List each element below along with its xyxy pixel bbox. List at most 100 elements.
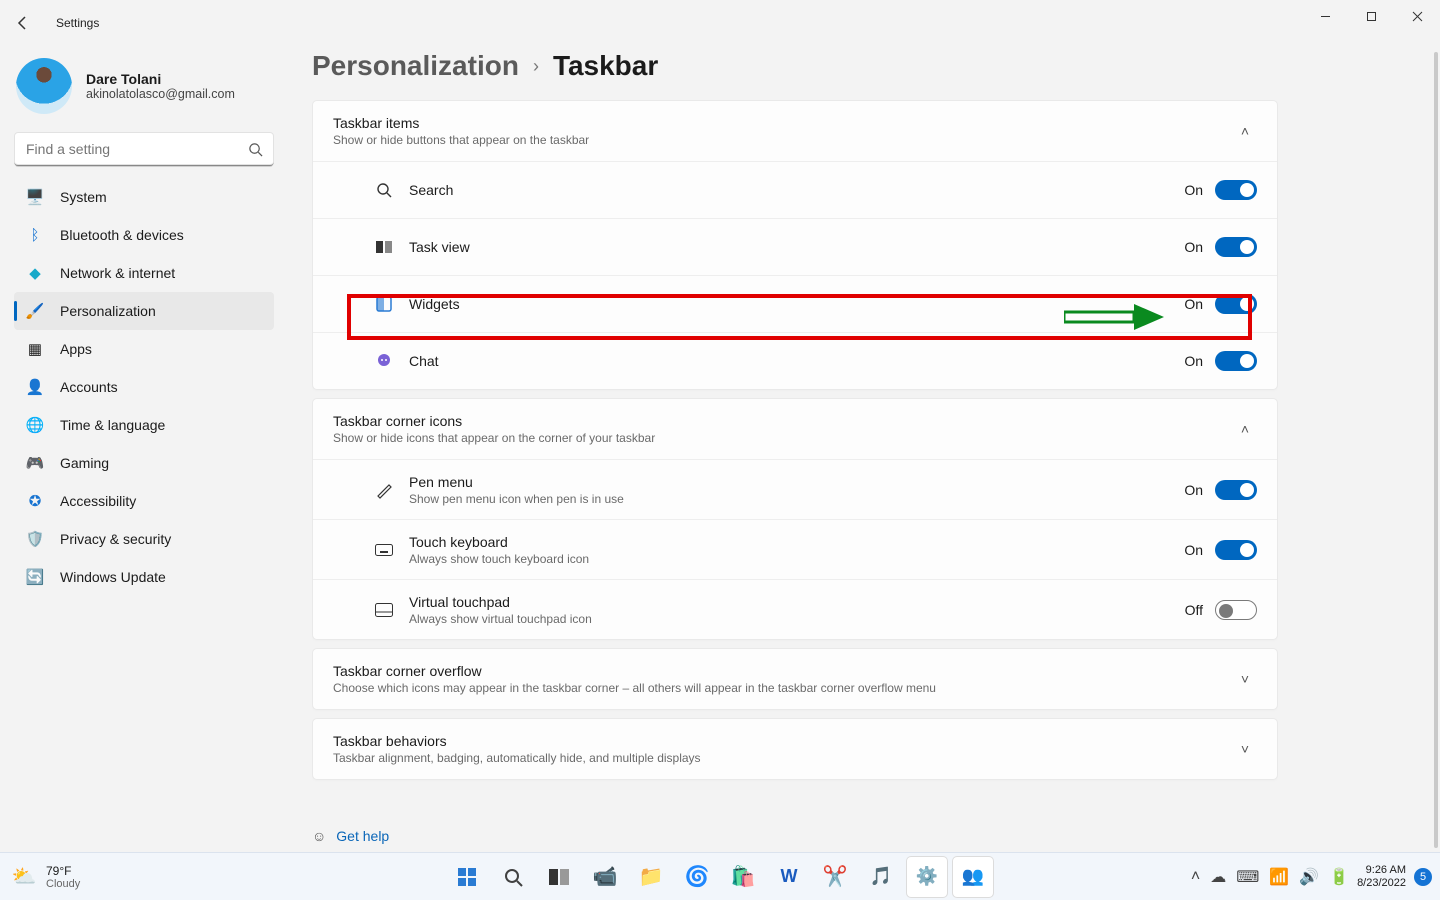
chevron-up-icon[interactable]: ˄ bbox=[1191, 868, 1200, 886]
sidebar-item-windows-update[interactable]: 🔄Windows Update bbox=[14, 558, 274, 596]
sidebar-item-apps[interactable]: ▦Apps bbox=[14, 330, 274, 368]
group-header-taskbar-items[interactable]: Taskbar items Show or hide buttons that … bbox=[313, 101, 1277, 161]
sidebar-item-label: Network & internet bbox=[60, 265, 175, 281]
sidebar-item-bluetooth[interactable]: ᛒBluetooth & devices bbox=[14, 216, 274, 254]
sync-icon: 🔄 bbox=[26, 568, 44, 586]
toggle-touch-keyboard[interactable] bbox=[1215, 540, 1257, 560]
chat-icon bbox=[373, 353, 395, 369]
pen-icon bbox=[373, 481, 395, 499]
taskbar-app-word[interactable]: W bbox=[769, 857, 809, 897]
monitor-icon: 🖥️ bbox=[26, 188, 44, 206]
taskbar-app-edge[interactable]: 🌀 bbox=[677, 857, 717, 897]
group-subtitle: Show or hide icons that appear on the co… bbox=[333, 431, 655, 445]
taskbar-app-settings[interactable]: ⚙️ bbox=[907, 857, 947, 897]
window-close-button[interactable] bbox=[1394, 0, 1440, 32]
group-taskbar-items: Taskbar items Show or hide buttons that … bbox=[312, 100, 1278, 390]
taskbar-center: 📹 📁 🌀 🛍️ W ✂️ 🎵 ⚙️ 👥 bbox=[447, 857, 993, 897]
gear-icon: ⚙️ bbox=[916, 866, 938, 887]
search-icon bbox=[373, 182, 395, 198]
toggle-search[interactable] bbox=[1215, 180, 1257, 200]
row-label: Chat bbox=[409, 353, 439, 369]
taskbar-clock[interactable]: 9:26 AM 8/23/2022 bbox=[1357, 864, 1406, 890]
toggle-widgets[interactable] bbox=[1215, 294, 1257, 314]
get-help-link[interactable]: ☺ Get help bbox=[312, 828, 389, 844]
system-tray[interactable]: ˄ ☁ ⌨ 📶 🔊 🔋 bbox=[1191, 867, 1349, 887]
task-view-icon bbox=[373, 241, 395, 253]
notification-badge[interactable]: 5 bbox=[1414, 868, 1432, 886]
brush-icon: 🖌️ bbox=[26, 302, 44, 320]
weather-icon: ⛅ bbox=[10, 863, 38, 891]
window-minimize-button[interactable] bbox=[1302, 0, 1348, 32]
sidebar-item-time-language[interactable]: 🌐Time & language bbox=[14, 406, 274, 444]
wifi-icon[interactable]: 📶 bbox=[1269, 867, 1289, 887]
chevron-up-icon: ˄ bbox=[1233, 123, 1257, 139]
sidebar-item-label: System bbox=[60, 189, 107, 205]
weather-temp: 79°F bbox=[46, 864, 80, 878]
toggle-state: On bbox=[1184, 542, 1203, 558]
group-title: Taskbar corner overflow bbox=[333, 663, 936, 679]
chevron-down-icon: ˅ bbox=[1233, 741, 1257, 757]
sidebar-item-label: Time & language bbox=[60, 417, 165, 433]
sidebar-item-label: Bluetooth & devices bbox=[60, 227, 184, 243]
group-subtitle: Choose which icons may appear in the tas… bbox=[333, 681, 936, 695]
toggle-task-view[interactable] bbox=[1215, 237, 1257, 257]
profile-block[interactable]: Dare Tolani akinolatolasco@gmail.com bbox=[14, 52, 274, 132]
toggle-state: On bbox=[1184, 353, 1203, 369]
row-touch-keyboard: Touch keyboard Always show touch keyboar… bbox=[313, 519, 1277, 579]
clock-time: 9:26 AM bbox=[1357, 864, 1406, 877]
volume-icon[interactable]: 🔊 bbox=[1299, 867, 1319, 887]
row-chat: Chat On bbox=[313, 332, 1277, 389]
group-header-corner-icons[interactable]: Taskbar corner icons Show or hide icons … bbox=[313, 399, 1277, 459]
taskbar-app-store[interactable]: 🛍️ bbox=[723, 857, 763, 897]
group-corner-overflow[interactable]: Taskbar corner overflow Choose which ico… bbox=[312, 648, 1278, 710]
sidebar-item-label: Privacy & security bbox=[60, 531, 171, 547]
chevron-down-icon: ˅ bbox=[1233, 671, 1257, 687]
row-pen-menu: Pen menu Show pen menu icon when pen is … bbox=[313, 459, 1277, 519]
help-icon: ☺ bbox=[312, 828, 326, 844]
toggle-pen-menu[interactable] bbox=[1215, 480, 1257, 500]
battery-icon[interactable]: 🔋 bbox=[1329, 867, 1349, 887]
row-search: Search On bbox=[313, 161, 1277, 218]
search-input[interactable] bbox=[14, 132, 274, 166]
sidebar-item-accounts[interactable]: 👤Accounts bbox=[14, 368, 274, 406]
window-maximize-button[interactable] bbox=[1348, 0, 1394, 32]
taskbar-start-button[interactable] bbox=[447, 857, 487, 897]
breadcrumb-parent[interactable]: Personalization bbox=[312, 50, 519, 82]
sidebar-item-network[interactable]: ◆ Network & internet bbox=[14, 254, 274, 292]
onedrive-icon[interactable]: ☁ bbox=[1210, 867, 1226, 887]
clock-date: 8/23/2022 bbox=[1357, 877, 1406, 890]
sidebar-item-accessibility[interactable]: ✪Accessibility bbox=[14, 482, 274, 520]
taskbar-app-explorer[interactable]: 📁 bbox=[631, 857, 671, 897]
taskbar-app-teams[interactable]: 👥 bbox=[953, 857, 993, 897]
gamepad-icon: 🎮 bbox=[26, 454, 44, 472]
taskbar-widgets-button[interactable]: ⛅ 79°F Cloudy bbox=[0, 863, 80, 891]
taskbar-search-button[interactable] bbox=[493, 857, 533, 897]
toggle-virtual-touchpad[interactable] bbox=[1215, 600, 1257, 620]
search-icon[interactable] bbox=[244, 132, 266, 166]
row-label: Touch keyboard bbox=[409, 534, 589, 550]
sidebar: Dare Tolani akinolatolasco@gmail.com 🖥️ S… bbox=[14, 52, 274, 596]
back-button[interactable] bbox=[0, 0, 46, 46]
profile-email: akinolatolasco@gmail.com bbox=[86, 87, 235, 101]
taskbar-app-zoom[interactable]: 📹 bbox=[585, 857, 625, 897]
taskbar-task-view-button[interactable] bbox=[539, 857, 579, 897]
taskbar-app-snip[interactable]: ✂️ bbox=[815, 857, 855, 897]
sidebar-item-gaming[interactable]: 🎮Gaming bbox=[14, 444, 274, 482]
page-title: Taskbar bbox=[553, 50, 658, 82]
group-title: Taskbar items bbox=[333, 115, 589, 131]
sidebar-item-privacy[interactable]: 🛡️Privacy & security bbox=[14, 520, 274, 558]
edge-icon: 🌀 bbox=[685, 864, 710, 889]
taskbar-app-tiktok[interactable]: 🎵 bbox=[861, 857, 901, 897]
vertical-scrollbar[interactable] bbox=[1434, 52, 1438, 848]
accessibility-icon: ✪ bbox=[26, 492, 44, 510]
sidebar-item-label: Accounts bbox=[60, 379, 118, 395]
wifi-icon: ◆ bbox=[26, 264, 44, 282]
group-taskbar-behaviors[interactable]: Taskbar behaviors Taskbar alignment, bad… bbox=[312, 718, 1278, 780]
keyboard-layout-icon[interactable]: ⌨ bbox=[1236, 867, 1259, 887]
row-sub: Always show virtual touchpad icon bbox=[409, 612, 592, 626]
sidebar-item-system[interactable]: 🖥️ System bbox=[14, 178, 274, 216]
weather-cond: Cloudy bbox=[46, 878, 80, 890]
widgets-icon bbox=[373, 296, 395, 312]
toggle-chat[interactable] bbox=[1215, 351, 1257, 371]
sidebar-item-personalization[interactable]: 🖌️Personalization bbox=[14, 292, 274, 330]
